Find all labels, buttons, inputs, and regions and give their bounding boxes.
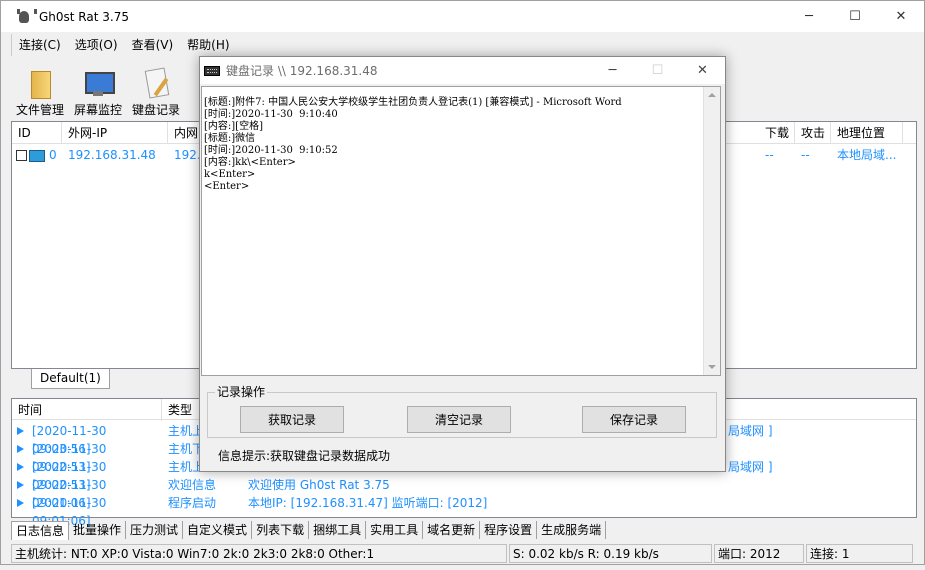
log-tail: 局域网 ] [728,424,773,438]
tab-custom-mode[interactable]: 自定义模式 [183,521,253,539]
toolbar: 文件管理 屏幕监控 键盘记录 [11,59,185,117]
arrow-right-icon [12,458,26,476]
dialog-title: 键盘记录 \\ 192.168.31.48 [226,64,378,78]
screen-monitor-button[interactable]: 屏幕监控 [69,59,127,117]
arrow-right-icon [12,440,26,458]
host-wan-ip: 192.168.31.48 [68,148,156,162]
keylogger-dialog: 键盘记录 \\ 192.168.31.48 ─ ☐ ✕ [标题:]附件7: 中国… [199,56,726,472]
menu-view[interactable]: 查看(V) [125,34,181,56]
log-tail [728,440,828,458]
scroll-down-icon[interactable] [708,365,716,369]
record-actions-group: 记录操作 获取记录 清空记录 保存记录 [207,385,717,438]
menu-options[interactable]: 选项(O) [68,34,125,56]
keyboard-log-icon [141,67,171,99]
tab-log-info[interactable]: 日志信息 [11,520,70,540]
log-time: [2020-11-30 09:02:53] [32,460,107,492]
info-message: 信息提示:获取键盘记录数据成功 [218,449,391,463]
col-attack[interactable]: 攻击 [795,122,831,144]
col-id[interactable]: ID [12,122,62,144]
keylog-text-area[interactable]: [标题:]附件7: 中国人民公安大学校级学生社团负责人登记表(1) [兼容模式]… [201,86,721,376]
col-wan-ip[interactable]: 外网-IP [62,122,168,144]
maximize-button[interactable]: ☐ [832,1,878,32]
menu-bar: 连接(C) 选项(O) 查看(V) 帮助(H) [11,34,237,56]
screen-monitor-label: 屏幕监控 [73,103,122,117]
host-checkbox[interactable] [16,150,27,161]
minimize-button[interactable]: ─ [786,1,832,32]
log-type: 程序启动 [168,496,217,510]
file-manager-button[interactable]: 文件管理 [11,59,69,117]
tab-binder[interactable]: 捆绑工具 [309,521,367,539]
tab-default-group[interactable]: Default(1) [31,369,110,389]
log-row[interactable]: [2020-11-30 09:01:06] 欢迎信息 欢迎使用 Gh0st Ra… [12,476,916,510]
menu-connect[interactable]: 连接(C) [12,34,68,56]
tab-build-server[interactable]: 生成服务端 [537,521,607,539]
arrow-right-icon [12,476,26,494]
folder-icon [25,67,55,99]
tab-list-download[interactable]: 列表下载 [252,521,310,539]
host-location: 本地局域... [837,148,897,162]
file-manager-label: 文件管理 [15,103,64,117]
status-hosts: 主机统计: NT:0 XP:0 Vista:0 Win7:0 2k:0 2k3:… [11,544,507,563]
col-time[interactable]: 时间 [12,399,162,421]
keylog-text: [标题:]附件7: 中国人民公安大学校级学生社团负责人登记表(1) [兼容模式]… [204,97,622,192]
menu-help[interactable]: 帮助(H) [180,34,236,56]
keylogger-button[interactable]: 键盘记录 [127,59,185,117]
clear-record-button[interactable]: 清空记录 [407,406,511,433]
tab-utilities[interactable]: 实用工具 [366,521,424,539]
tab-domain-update[interactable]: 域名更新 [423,521,481,539]
host-download: -- [765,148,774,162]
dialog-title-bar: 键盘记录 \\ 192.168.31.48 ─ ☐ ✕ [200,57,725,84]
get-record-button[interactable]: 获取记录 [240,406,344,433]
group-label: 记录操作 [215,385,268,399]
col-download[interactable]: 下载 [759,122,795,144]
log-time: [2020-11-30 09:02:53] [32,442,107,474]
window-title: Gh0st Rat 3.75 [39,9,129,24]
computer-icon [29,149,45,162]
bottom-tab-bar: 日志信息 批量操作 压力测试 自定义模式 列表下载 捆绑工具 实用工具 域名更新… [11,520,607,540]
host-attack: -- [801,148,810,162]
vertical-scrollbar[interactable] [703,87,720,375]
title-bar: Gh0st Rat 3.75 ─ ☐ ✕ [1,1,924,32]
log-time: [2020-11-30 09:01:06] [32,496,107,528]
col-location[interactable]: 地理位置 [831,122,903,144]
scroll-up-icon[interactable] [708,93,716,97]
tab-stress-test[interactable]: 压力测试 [126,521,184,539]
dialog-minimize-button[interactable]: ─ [590,57,635,84]
log-message: 欢迎使用 Gh0st Rat 3.75 [248,478,390,492]
status-speed: S: 0.02 kb/s R: 0.19 kb/s [509,544,712,563]
status-connections: 连接: 1 [806,544,913,563]
log-row[interactable]: [2020-11-30 09:01:06] 程序启动 本地IP: [192.16… [12,494,916,528]
dialog-close-button[interactable]: ✕ [680,57,725,84]
log-message: 本地IP: [192.168.31.47] 监听端口: [2012] [248,496,488,510]
keylogger-label: 键盘记录 [131,103,180,117]
log-time: [2020-11-30 09:03:56] [32,424,107,456]
arrow-right-icon [12,422,26,440]
close-button[interactable]: ✕ [878,1,924,32]
status-bar: 主机统计: NT:0 XP:0 Vista:0 Win7:0 2k:0 2k3:… [11,544,917,564]
log-type: 欢迎信息 [168,478,217,492]
monitor-icon [83,67,115,99]
arrow-right-icon [12,494,26,512]
dialog-maximize-button: ☐ [651,63,664,78]
host-id: 0 [49,148,57,162]
tab-batch[interactable]: 批量操作 [69,521,127,539]
status-port: 端口: 2012 [714,544,804,563]
save-record-button[interactable]: 保存记录 [582,406,686,433]
log-time: [2020-11-30 09:01:06] [32,478,107,510]
keyboard-icon [204,65,220,76]
tab-settings[interactable]: 程序设置 [480,521,538,539]
app-icon [15,8,37,26]
log-tail: 局域网 ] [728,460,773,474]
